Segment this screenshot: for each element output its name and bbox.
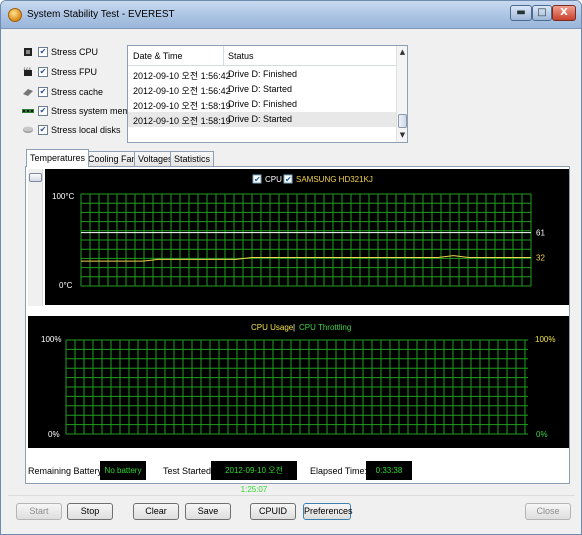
cpu-icon <box>24 48 32 56</box>
sensor-slider[interactable] <box>28 169 43 306</box>
right-axis-bottom-label: 0% <box>536 430 548 439</box>
left-axis-top-label: 100% <box>41 335 61 344</box>
column-status[interactable]: Status <box>228 51 254 61</box>
scroll-down-arrow-icon[interactable]: ▼ <box>397 129 408 141</box>
y-axis-top-label: 100°C <box>52 192 75 201</box>
temperature-legend: ✔ CPU ✔ SAMSUNG HD321KJ <box>252 174 373 184</box>
title-bar[interactable]: System Stability Test - EVEREST ▬ □ X <box>1 1 581 29</box>
memory-icon <box>22 109 34 113</box>
save-button[interactable]: Save <box>185 503 231 520</box>
everest-window: System Stability Test - EVEREST ▬ □ X ✔ … <box>0 0 582 535</box>
elapsed-time-label: Elapsed Time: <box>310 466 368 476</box>
right-axis-top-label: 100% <box>535 335 555 344</box>
elapsed-time-value: 0:33:38 <box>366 461 412 480</box>
log-row[interactable]: 2012-09-10 오전 1:56:42 Drive D: Started <box>128 82 396 97</box>
cpu-usage-chart: CPU Usage | CPU Throttling 100% 0% 100% 0% <box>28 316 569 448</box>
window-title: System Stability Test - EVEREST <box>27 9 175 20</box>
left-axis-bottom-label: 0% <box>48 430 60 439</box>
cpu-throttling-legend-label: CPU Throttling <box>299 323 351 332</box>
cpuid-button[interactable]: CPUID <box>250 503 296 520</box>
stress-fpu-label: Stress FPU <box>51 67 98 77</box>
preferences-button[interactable]: Preferences <box>303 503 353 520</box>
column-datetime[interactable]: Date & Time <box>133 51 183 61</box>
scroll-up-arrow-icon[interactable]: ▲ <box>397 46 408 58</box>
disk-icon <box>23 126 33 133</box>
legend-separator: | <box>293 323 295 332</box>
stress-cache-label: Stress cache <box>51 87 104 97</box>
cpu-usage-legend-label: CPU Usage <box>251 323 294 332</box>
log-header: Date & Time Status <box>128 46 396 66</box>
close-button[interactable]: Close <box>525 503 571 520</box>
tab-statistics[interactable]: Statistics <box>170 151 215 166</box>
stress-option-cpu[interactable]: ✔ Stress CPU <box>22 45 98 59</box>
log-scrollbar[interactable]: ▲ ▼ <box>396 46 407 142</box>
button-row-divider <box>8 495 575 496</box>
log-row-selected[interactable]: 2012-09-10 오전 1:58:19 Drive D: Started <box>128 112 396 127</box>
stress-option-fpu[interactable]: 123 ✔ Stress FPU <box>22 65 97 79</box>
y-axis-bottom-label: 0°C <box>59 281 73 290</box>
cpu-usage-grid <box>65 339 528 435</box>
stop-button[interactable]: Stop <box>67 503 113 520</box>
log-row[interactable]: 2012-09-10 오전 1:56:42 Drive D: Finished <box>128 67 396 82</box>
test-started-value: 2012-09-10 오전 1:25:07 <box>211 461 297 494</box>
legend-check-icon: ✔ <box>254 175 261 184</box>
tab-temperatures[interactable]: Temperatures <box>26 149 90 167</box>
stress-disks-label: Stress local disks <box>51 125 121 135</box>
legend-check-icon: ✔ <box>285 175 292 184</box>
stress-fpu-checkbox[interactable]: ✔ <box>38 67 48 77</box>
window-content: ✔ Stress CPU 123 ✔ Stress FPU ✔ Stress c… <box>8 30 575 530</box>
log-row[interactable]: 2012-09-10 오전 1:58:19 Drive D: Finished <box>128 97 396 112</box>
cache-icon <box>23 89 33 96</box>
column-divider[interactable] <box>223 46 224 66</box>
log-datetime: 2012-09-10 오전 1:58:19 <box>133 101 231 111</box>
log-status: Drive D: Started <box>228 114 293 124</box>
current-value-label: 61 <box>536 229 545 238</box>
current-value-label: 32 <box>536 253 545 262</box>
temperature-grid <box>80 193 532 287</box>
log-datetime: 2012-09-10 오전 1:56:42 <box>133 86 231 96</box>
cpu-usage-legend: CPU Usage | CPU Throttling <box>251 323 351 332</box>
close-window-button[interactable]: X <box>552 5 576 21</box>
stress-option-cache[interactable]: ✔ Stress cache <box>22 85 103 99</box>
event-log[interactable]: Date & Time Status 2012-09-10 오전 1:56:42… <box>127 45 408 143</box>
test-started-label: Test Started: <box>163 466 214 476</box>
log-status: Drive D: Finished <box>228 99 298 109</box>
temperature-chart: ✔ CPU ✔ SAMSUNG HD321KJ 100°C 0°C 61 32 <box>45 169 569 305</box>
start-button[interactable]: Start <box>16 503 62 520</box>
stress-cpu-label: Stress CPU <box>51 47 99 57</box>
status-bar: Remaining Battery: No battery Test Start… <box>26 461 571 494</box>
maximize-button[interactable]: □ <box>532 5 552 21</box>
log-status: Drive D: Finished <box>228 69 298 79</box>
battery-value: No battery <box>100 461 146 480</box>
clear-button[interactable]: Clear <box>133 503 179 520</box>
stress-cpu-checkbox[interactable]: ✔ <box>38 47 48 57</box>
fpu-icon: 123 <box>23 67 32 76</box>
stress-disks-checkbox[interactable]: ✔ <box>38 125 48 135</box>
log-status: Drive D: Started <box>228 84 293 94</box>
stress-cache-checkbox[interactable]: ✔ <box>38 87 48 97</box>
slider-thumb[interactable] <box>29 173 42 182</box>
tab-panel: ✔ CPU ✔ SAMSUNG HD321KJ 100°C 0°C 61 32 CPU Usa… <box>25 166 571 494</box>
temperature-chart-svg: ✔ CPU ✔ SAMSUNG HD321KJ100°C0°C6132 <box>52 174 545 290</box>
battery-label: Remaining Battery: <box>28 466 105 476</box>
minimize-button[interactable]: ▬ <box>510 5 532 21</box>
stress-option-disks[interactable]: ✔ Stress local disks <box>22 123 121 137</box>
legend-label: SAMSUNG HD321KJ <box>296 175 373 184</box>
stress-option-memory[interactable]: ✔ Stress system memory <box>22 104 143 118</box>
log-datetime: 2012-09-10 오전 1:58:19 <box>133 116 231 126</box>
log-datetime: 2012-09-10 오전 1:56:42 <box>133 71 231 81</box>
svg-text:123: 123 <box>23 67 31 71</box>
scroll-thumb[interactable] <box>398 114 407 128</box>
legend-label: CPU <box>265 175 282 184</box>
stress-memory-checkbox[interactable]: ✔ <box>38 106 48 116</box>
everest-app-icon <box>8 8 22 22</box>
cpu-usage-chart-svg: CPU Usage | CPU Throttling 100% 0% 100% 0% <box>41 323 555 439</box>
